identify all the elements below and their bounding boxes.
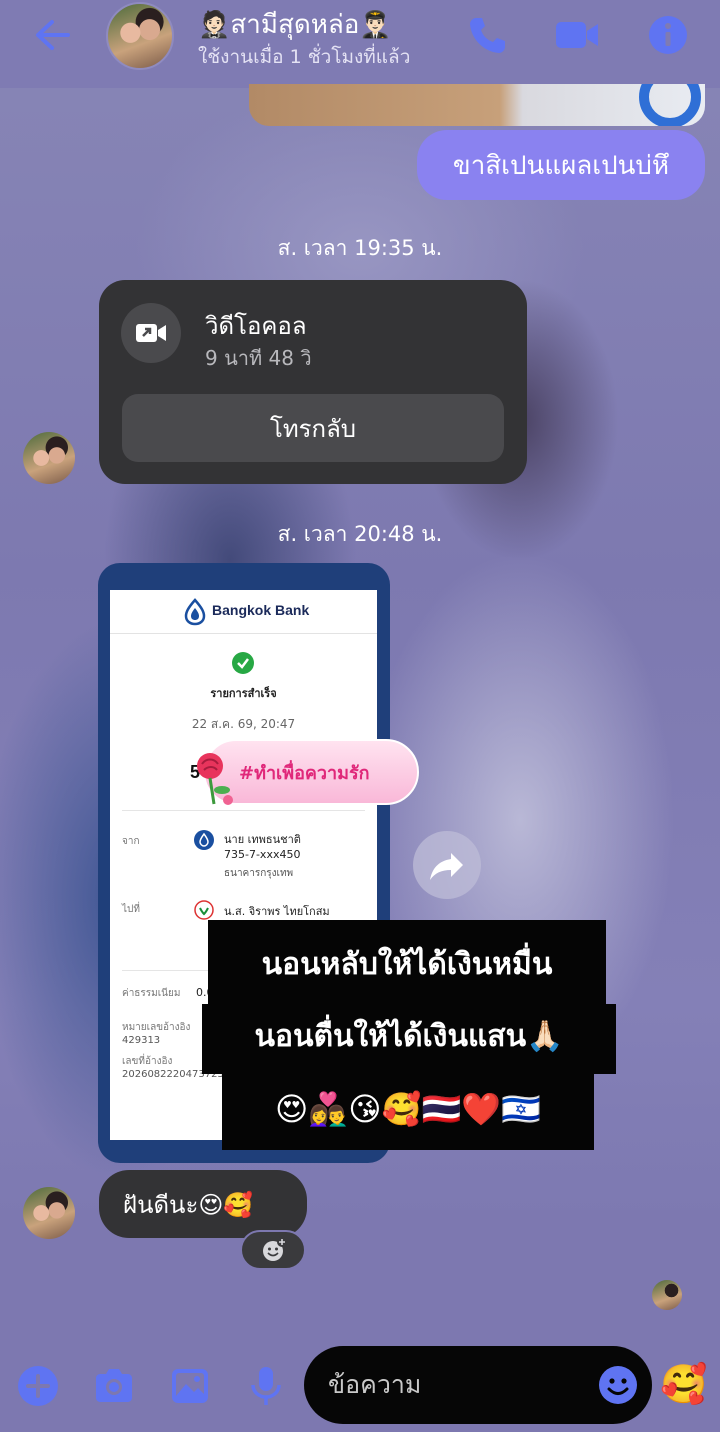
call-duration: 9 นาที 48 วิ (205, 346, 312, 370)
receipt-ref-label: หมายเลขอ้างอิง (122, 1022, 191, 1033)
call-back-button[interactable]: โทรกลับ (122, 394, 504, 462)
contact-status: ใช้งานเมื่อ 1 ชั่วโมงที่แล้ว (198, 46, 411, 68)
photo-detail (639, 84, 701, 126)
back-arrow-icon (36, 20, 70, 50)
receipt-to-name: น.ส. จิราพร ไทยโกสม (224, 905, 330, 918)
outgoing-message-bubble[interactable]: ขาสิเปนแผลเปนบ่หึ (417, 130, 705, 200)
receipt-ref-value: 429313 (122, 1035, 161, 1046)
receipt-from-label: จาก (122, 836, 140, 847)
quick-reaction-button[interactable]: 🥰 (660, 1360, 707, 1408)
receipt-ref2-label: เลขที่อ้างอิง (122, 1056, 173, 1067)
receipt-from-account: 735-7-xxx450 (224, 848, 301, 861)
sender-avatar[interactable] (23, 432, 75, 484)
message-timestamp: ส. เวลา 19:35 น. (277, 236, 443, 260)
back-button[interactable] (28, 12, 78, 58)
receipt-to-label: ไปที่ (122, 904, 140, 915)
video-call-icon-badge (121, 303, 181, 363)
read-receipt-avatar (652, 1280, 682, 1310)
receipt-date: 22 ส.ค. 69, 20:47 (191, 717, 296, 731)
message-timestamp: ส. เวลา 20:48 น. (277, 522, 443, 546)
contact-name[interactable]: 🤵🏻สามีสุดหล่อ👨🏻‍✈️ (198, 4, 392, 45)
call-title: วิดีโอคอล (205, 312, 307, 340)
gallery-icon (172, 1369, 208, 1403)
bangkok-bank-logo-icon (184, 598, 206, 626)
gallery-button[interactable] (168, 1364, 212, 1408)
receipt-from-name: นาย เทพธนชาติ (224, 833, 301, 846)
video-call-button[interactable] (554, 12, 600, 58)
recipient-bank-icon (194, 900, 214, 920)
caption-line-2: นอนตื่นให้ได้เงินแสน🙏🏻 (202, 1004, 616, 1074)
sender-avatar[interactable] (23, 1187, 75, 1239)
receipt-from-bank: ธนาคารกรุงเทพ (224, 868, 294, 879)
receipt-status: รายการสำเร็จ (210, 687, 277, 700)
forward-button[interactable] (413, 831, 481, 899)
shared-photo-message[interactable] (249, 84, 705, 126)
success-check-icon (232, 652, 254, 674)
caption-line-3: 😍👩‍❤️‍👨😘🥰🇹🇭❤️🇮🇱 (222, 1068, 594, 1150)
rose-icon (197, 753, 233, 805)
incoming-message-bubble[interactable]: ฝันดีนะ😍🥰 (99, 1170, 307, 1238)
phone-icon (470, 18, 505, 53)
receipt-bank-name: Bangkok Bank (212, 602, 310, 618)
contact-avatar[interactable] (106, 2, 174, 70)
video-call-icon (136, 324, 166, 342)
camera-button[interactable] (92, 1364, 136, 1408)
info-icon (649, 16, 687, 54)
caption-line-1: นอนหลับให้ได้เงินหมื่น (208, 920, 606, 1010)
receipt-fee-label: ค่าธรรมเนียม (122, 988, 181, 999)
emoji-button[interactable] (598, 1365, 638, 1405)
emoji-icon (599, 1366, 637, 1404)
video-call-card[interactable]: วิดีโอคอล 9 นาที 48 วิ โทรกลับ (99, 280, 527, 484)
more-actions-button[interactable] (16, 1364, 60, 1408)
plus-icon (18, 1366, 58, 1406)
receipt-header: Bangkok Bank (110, 590, 377, 634)
microphone-icon (251, 1367, 281, 1405)
add-reaction-button[interactable] (240, 1230, 306, 1270)
video-camera-icon (556, 22, 598, 48)
sender-bank-icon (194, 830, 214, 850)
add-reaction-icon (263, 1237, 287, 1261)
voice-call-button[interactable] (464, 12, 510, 58)
camera-icon (96, 1369, 132, 1402)
voice-message-button[interactable] (244, 1364, 288, 1408)
receipt-divider (122, 810, 365, 811)
share-icon (430, 853, 463, 880)
chat-header: 🤵🏻สามีสุดหล่อ👨🏻‍✈️ ใช้งานเมื่อ 1 ชั่วโมง… (0, 0, 720, 88)
info-button[interactable] (645, 12, 691, 58)
